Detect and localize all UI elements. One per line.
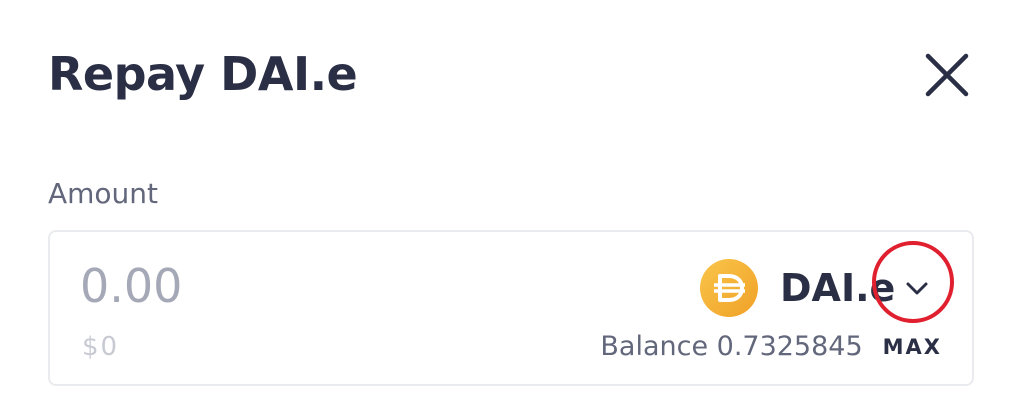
amount-input-container: $0 DAI.e Balance 0.7325845 <box>48 230 974 386</box>
balance-row: Balance 0.7325845 MAX <box>600 330 942 364</box>
repay-modal: Repay DAI.e Amount $0 D <box>0 0 1013 414</box>
max-button[interactable]: MAX <box>883 330 942 364</box>
modal-title: Repay DAI.e <box>48 47 358 101</box>
amount-input[interactable] <box>80 256 500 316</box>
usd-value: $0 <box>82 332 120 362</box>
dai-token-icon <box>700 259 758 317</box>
token-symbol: DAI.e <box>780 266 896 310</box>
amount-label: Amount <box>48 177 159 210</box>
close-icon <box>925 53 969 97</box>
token-selector[interactable]: DAI.e <box>700 258 931 318</box>
balance-text: Balance 0.7325845 <box>600 331 863 362</box>
close-button[interactable] <box>920 48 974 102</box>
chevron-down-icon <box>906 282 928 295</box>
